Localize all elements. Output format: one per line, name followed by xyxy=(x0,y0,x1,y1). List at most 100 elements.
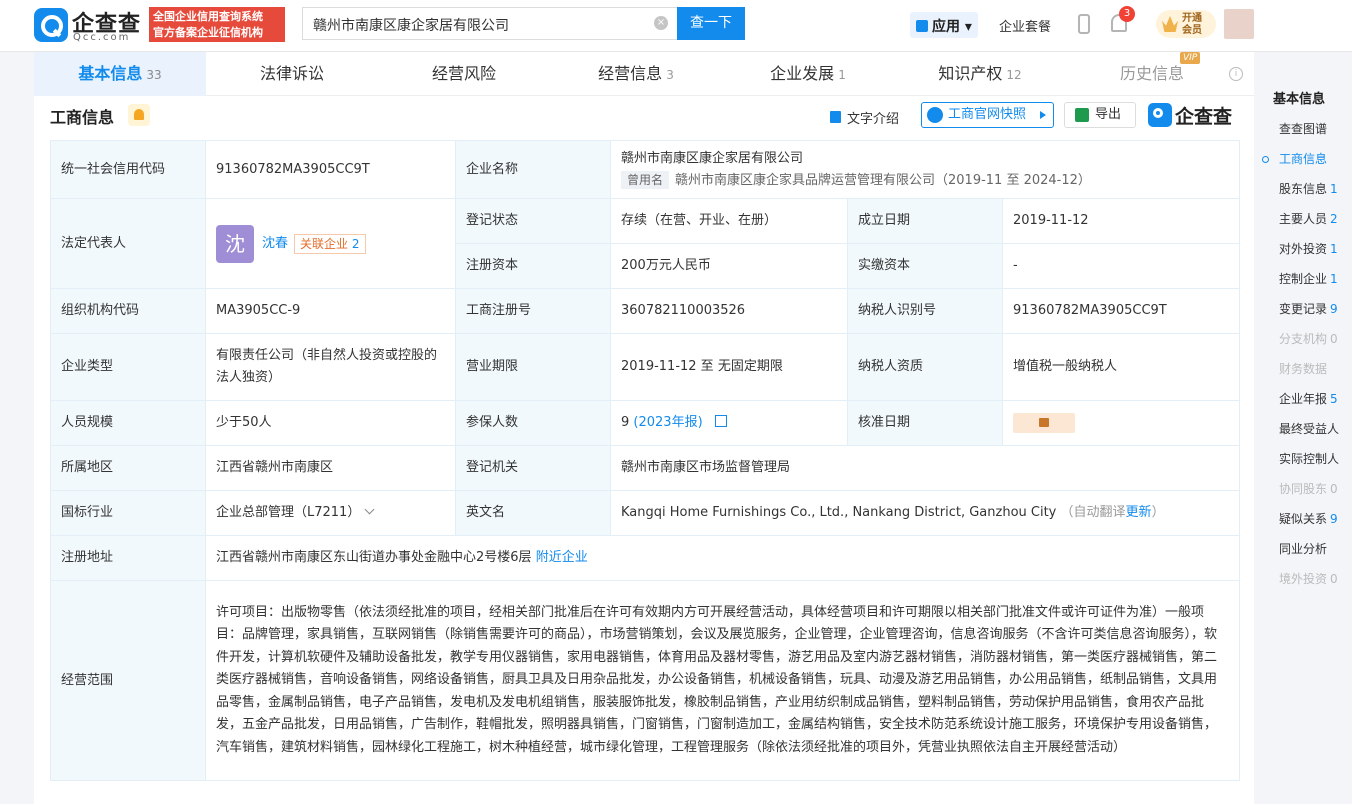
update-translation-link[interactable]: 更新 xyxy=(1126,505,1152,520)
authority-value: 赣州市南康区市场监督管理局 xyxy=(610,445,1240,491)
close-paren: ） xyxy=(1151,505,1165,520)
chevron-down-icon xyxy=(364,504,375,515)
info-icon[interactable]: i xyxy=(1229,67,1243,81)
org-code-label: 组织机构代码 xyxy=(50,288,206,334)
search-button[interactable]: 查一下 xyxy=(677,7,745,40)
text-intro-link[interactable]: 文字介绍 xyxy=(847,108,899,127)
industry-cell[interactable]: 企业总部管理（L7211） xyxy=(205,490,456,536)
sidenav-item-count: 1 xyxy=(1330,242,1338,256)
sidenav-item[interactable]: 企业年报 5 xyxy=(1262,384,1352,414)
tab-label: 历史信息 xyxy=(1119,64,1184,83)
monitor-bell-icon[interactable] xyxy=(128,104,150,126)
credit-code-value: 91360782MA3905CC9T xyxy=(205,140,456,199)
sidenav-item[interactable]: 分支机构 0 xyxy=(1262,324,1352,354)
paid-capital-value: - xyxy=(1002,243,1240,289)
tab-label: 经营风险 xyxy=(431,64,496,83)
tab-development[interactable]: 企业发展 1 xyxy=(722,52,894,96)
sidenav-item[interactable]: 股东信息 1 xyxy=(1262,174,1352,204)
related-label: 关联企业 xyxy=(300,236,349,251)
search-input[interactable]: 赣州市南康区康企家居有限公司 xyxy=(302,7,678,40)
tab-operations[interactable]: 经营信息 3 xyxy=(550,52,722,96)
mobile-icon[interactable] xyxy=(1078,14,1090,34)
export-button[interactable]: 导出 xyxy=(1064,102,1136,128)
sidenav-item-count: 0 xyxy=(1330,572,1338,586)
term-value: 2019-11-12 至 无固定期限 xyxy=(610,333,848,401)
table-row: 统一社会信用代码 91360782MA3905CC9T 企业名称 赣州市南康区康… xyxy=(50,140,1240,199)
section-sidenav: 基本信息 查查图谱 工商信息 股东信息 1 主要人员 2 对外投资 1 控制企业 1 变更记录 9 分支… xyxy=(1262,86,1352,594)
sidenav-item-label: 境外投资 xyxy=(1279,572,1328,586)
tab-count: 12 xyxy=(1006,68,1022,82)
sidenav-item[interactable]: 协同股东 0 xyxy=(1262,474,1352,504)
nearby-companies-link[interactable]: 附近企业 xyxy=(536,550,588,565)
tab-label: 法律诉讼 xyxy=(259,64,324,83)
taxpayer-id-label: 纳税人识别号 xyxy=(847,288,1003,334)
english-name-cell: Kangqi Home Furnishings Co., Ltd., Nanka… xyxy=(610,490,1240,536)
legal-rep-avatar[interactable]: 沈 xyxy=(216,224,254,263)
region-label: 所属地区 xyxy=(50,445,206,491)
legal-rep-name[interactable]: 沈春 xyxy=(262,233,288,255)
staff-size-label: 人员规模 xyxy=(50,400,206,446)
company-name-label: 企业名称 xyxy=(455,140,611,199)
crown-icon xyxy=(1162,16,1178,32)
notification-count: 3 xyxy=(1119,6,1135,22)
sidenav-item-label: 财务数据 xyxy=(1279,362,1328,376)
related-count: 2 xyxy=(351,236,360,251)
tab-history[interactable]: 历史信息 xyxy=(1066,52,1238,96)
sidenav-item-label: 疑似关系 xyxy=(1279,512,1328,526)
qcc-mini-icon xyxy=(1148,103,1172,127)
tab-basic-info[interactable]: 基本信息 33 xyxy=(34,52,206,96)
address-value: 江西省赣州市南康区东山街道办事处金融中心2号楼6层 xyxy=(216,550,532,565)
org-code-value: MA3905CC-9 xyxy=(205,288,456,334)
trend-chart-icon[interactable] xyxy=(714,415,727,427)
table-row: 所属地区 江西省赣州市南康区 登记机关 赣州市南康区市场监督管理局 xyxy=(50,445,1240,491)
sidenav-item[interactable]: 查查图谱 xyxy=(1262,114,1352,144)
auto-translate-note: （自动翻译 xyxy=(1060,505,1126,520)
authority-label: 登记机关 xyxy=(455,445,611,491)
main-tabs: 基本信息 33 法律诉讼 经营风险 经营信息 3 企业发展 1 知识产权 12 历史信息… xyxy=(34,52,1254,96)
sidenav-item[interactable]: 控制企业 1 xyxy=(1262,264,1352,294)
sidenav-item[interactable]: 工商信息 xyxy=(1262,144,1352,174)
sidenav-item[interactable]: 疑似关系 9 xyxy=(1262,504,1352,534)
annual-report-link[interactable]: (2023年报) xyxy=(633,415,702,430)
former-name-tag: 曾用名 xyxy=(621,170,670,189)
sidenav-item[interactable]: 财务数据 xyxy=(1262,354,1352,384)
sidenav-item[interactable]: 境外投资 0 xyxy=(1262,564,1352,594)
reg-no-value: 360782110003526 xyxy=(610,288,848,334)
sidenav-item[interactable]: 同业分析 xyxy=(1262,534,1352,564)
vip-upgrade-button[interactable]: 开通 会员 xyxy=(1156,10,1216,38)
official-badge[interactable]: 全国企业信用查询系统 官方备案企业征信机构 xyxy=(149,7,285,42)
document-icon xyxy=(830,111,841,123)
sidenav-item[interactable]: 对外投资 1 xyxy=(1262,234,1352,264)
approve-date-label: 核准日期 xyxy=(847,400,1003,446)
logo-domain: Qcc.com xyxy=(73,32,131,43)
sidenav-item[interactable]: 最终受益人 xyxy=(1262,414,1352,444)
table-row: 企业类型 有限责任公司（非自然人投资或控股的法人独资） 营业期限 2019-11… xyxy=(50,333,1240,401)
sidenav-item-label: 实际控制人 xyxy=(1279,452,1340,466)
reg-no-label: 工商注册号 xyxy=(455,288,611,334)
apps-menu[interactable]: 应用 ▾ xyxy=(910,12,978,38)
sidenav-item[interactable]: 变更记录 9 xyxy=(1262,294,1352,324)
tab-litigation[interactable]: 法律诉讼 xyxy=(206,52,378,96)
vip-locked-field[interactable] xyxy=(1013,412,1075,433)
badge-line-1: 全国企业信用查询系统 xyxy=(153,10,263,23)
related-companies-tag[interactable]: 关联企业 2 xyxy=(294,233,366,254)
clear-icon[interactable]: × xyxy=(654,16,668,30)
sidenav-item[interactable]: 主要人员 2 xyxy=(1262,204,1352,234)
tab-risk[interactable]: 经营风险 xyxy=(378,52,550,96)
tab-ip[interactable]: 知识产权 12 xyxy=(894,52,1066,96)
suite-link[interactable]: 企业套餐 xyxy=(999,16,1051,35)
qcc-logo[interactable]: 企查查 Qcc.com xyxy=(34,6,146,44)
sidenav-item-label: 同业分析 xyxy=(1279,542,1328,556)
insured-label: 参保人数 xyxy=(455,400,611,446)
tab-count: 33 xyxy=(146,68,162,82)
table-row: 经营范围 许可项目：出版物零售（依法须经批准的项目，经相关部门批准后在许可有效期… xyxy=(50,580,1240,781)
company-name-value: 赣州市南康区康企家居有限公司 xyxy=(621,150,804,166)
business-scope-value: 许可项目：出版物零售（依法须经批准的项目，经相关部门批准后在许可有效期内方可开展… xyxy=(205,580,1240,781)
capital-value: 200万元人民币 xyxy=(610,243,848,289)
reg-status-label: 登记状态 xyxy=(455,198,611,244)
user-avatar[interactable] xyxy=(1224,9,1254,39)
founded-label: 成立日期 xyxy=(847,198,1003,244)
excel-icon xyxy=(1075,108,1089,122)
sidenav-item[interactable]: 实际控制人 xyxy=(1262,444,1352,474)
official-snapshot-button[interactable]: 工商官网快照 xyxy=(921,102,1054,128)
